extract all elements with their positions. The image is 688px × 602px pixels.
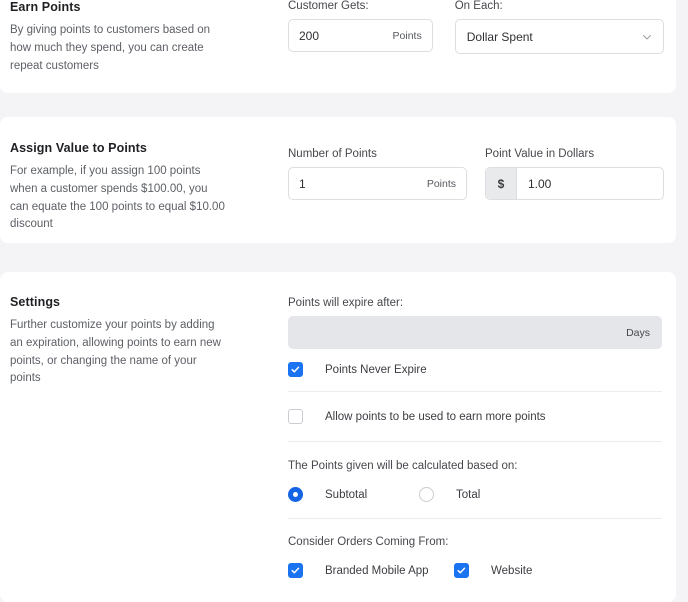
website-checkbox[interactable] (454, 563, 469, 578)
number-of-points-field-group: Number of Points 1 Points (288, 148, 467, 200)
divider-3 (288, 518, 662, 519)
total-label: Total (456, 489, 480, 501)
chevron-down-icon (642, 32, 652, 42)
branded-mobile-app-label: Branded Mobile App (325, 565, 429, 577)
customer-gets-input[interactable]: 200 Points (288, 19, 433, 52)
settings-fields: Points will expire after: Days Points Ne… (288, 297, 662, 578)
expire-after-suffix: Days (626, 327, 650, 339)
branded-mobile-app-checkbox[interactable] (288, 563, 303, 578)
customer-gets-suffix: Points (393, 30, 422, 42)
on-each-label: On Each: (455, 0, 664, 12)
page-title-earn-points: Earn Points (10, 0, 240, 14)
earn-more-points-row: Allow points to be used to earn more poi… (288, 409, 662, 424)
number-of-points-value: 1 (299, 177, 427, 191)
point-value-field-group: Point Value in Dollars $ 1.00 (485, 148, 664, 200)
page-title-assign-value: Assign Value to Points (10, 141, 240, 155)
expire-after-input[interactable]: Days (288, 316, 662, 349)
order-source-option-branded-mobile-app[interactable]: Branded Mobile App (288, 563, 454, 578)
assign-value-description-block: Assign Value to Points For example, if y… (10, 141, 240, 234)
earn-more-points-label: Allow points to be used to earn more poi… (325, 411, 546, 423)
assign-value-fields: Number of Points 1 Points Point Value in… (288, 148, 664, 200)
earn-points-card: Earn Points By giving points to customer… (0, 0, 676, 93)
number-of-points-suffix: Points (427, 178, 456, 190)
settings-description: Further customize your points by adding … (10, 317, 226, 388)
never-expire-label: Points Never Expire (325, 364, 427, 376)
calculation-basis-label: The Points given will be calculated base… (288, 460, 662, 472)
number-of-points-label: Number of Points (288, 148, 467, 160)
assign-value-card: Assign Value to Points For example, if y… (0, 117, 676, 243)
customer-gets-field-group: Customer Gets: 200 Points (288, 0, 433, 54)
on-each-select[interactable]: Dollar Spent (455, 19, 664, 54)
never-expire-option[interactable]: Points Never Expire (288, 362, 427, 377)
expire-after-label: Points will expire after: (288, 297, 662, 309)
calculation-basis-option-subtotal[interactable]: Subtotal (288, 487, 419, 502)
subtotal-label: Subtotal (325, 489, 367, 501)
customer-gets-label: Customer Gets: (288, 0, 433, 12)
customer-gets-value: 200 (299, 29, 393, 43)
assign-value-description: For example, if you assign 100 points wh… (10, 163, 226, 234)
page-title-settings: Settings (10, 295, 240, 309)
dollar-sign-icon: $ (486, 168, 517, 199)
point-value-value: 1.00 (517, 168, 663, 199)
divider-2 (288, 441, 662, 442)
never-expire-checkbox[interactable] (288, 362, 303, 377)
calculation-basis-options: Subtotal Total (288, 487, 662, 502)
order-source-option-website[interactable]: Website (454, 563, 532, 578)
earn-points-description-block: Earn Points By giving points to customer… (10, 0, 240, 75)
earn-more-points-checkbox[interactable] (288, 409, 303, 424)
earn-points-fields: Customer Gets: 200 Points On Each: Dolla… (288, 0, 664, 54)
number-of-points-input[interactable]: 1 Points (288, 167, 467, 200)
on-each-field-group: On Each: Dollar Spent (455, 0, 664, 54)
on-each-value: Dollar Spent (467, 30, 642, 44)
settings-card: Settings Further customize your points b… (0, 272, 676, 602)
order-sources-options: Branded Mobile App Website (288, 563, 662, 578)
website-label: Website (491, 565, 532, 577)
total-radio[interactable] (419, 487, 434, 502)
settings-page: Earn Points By giving points to customer… (0, 0, 688, 577)
point-value-label: Point Value in Dollars (485, 148, 664, 160)
divider-1 (288, 391, 662, 392)
settings-description-block: Settings Further customize your points b… (10, 295, 240, 388)
calculation-basis-option-total[interactable]: Total (419, 487, 480, 502)
point-value-input[interactable]: $ 1.00 (485, 167, 664, 200)
earn-points-description: By giving points to customers based on h… (10, 22, 226, 75)
subtotal-radio[interactable] (288, 487, 303, 502)
never-expire-row: Points Never Expire (288, 362, 662, 377)
earn-more-points-option[interactable]: Allow points to be used to earn more poi… (288, 409, 546, 424)
order-sources-label: Consider Orders Coming From: (288, 536, 662, 548)
